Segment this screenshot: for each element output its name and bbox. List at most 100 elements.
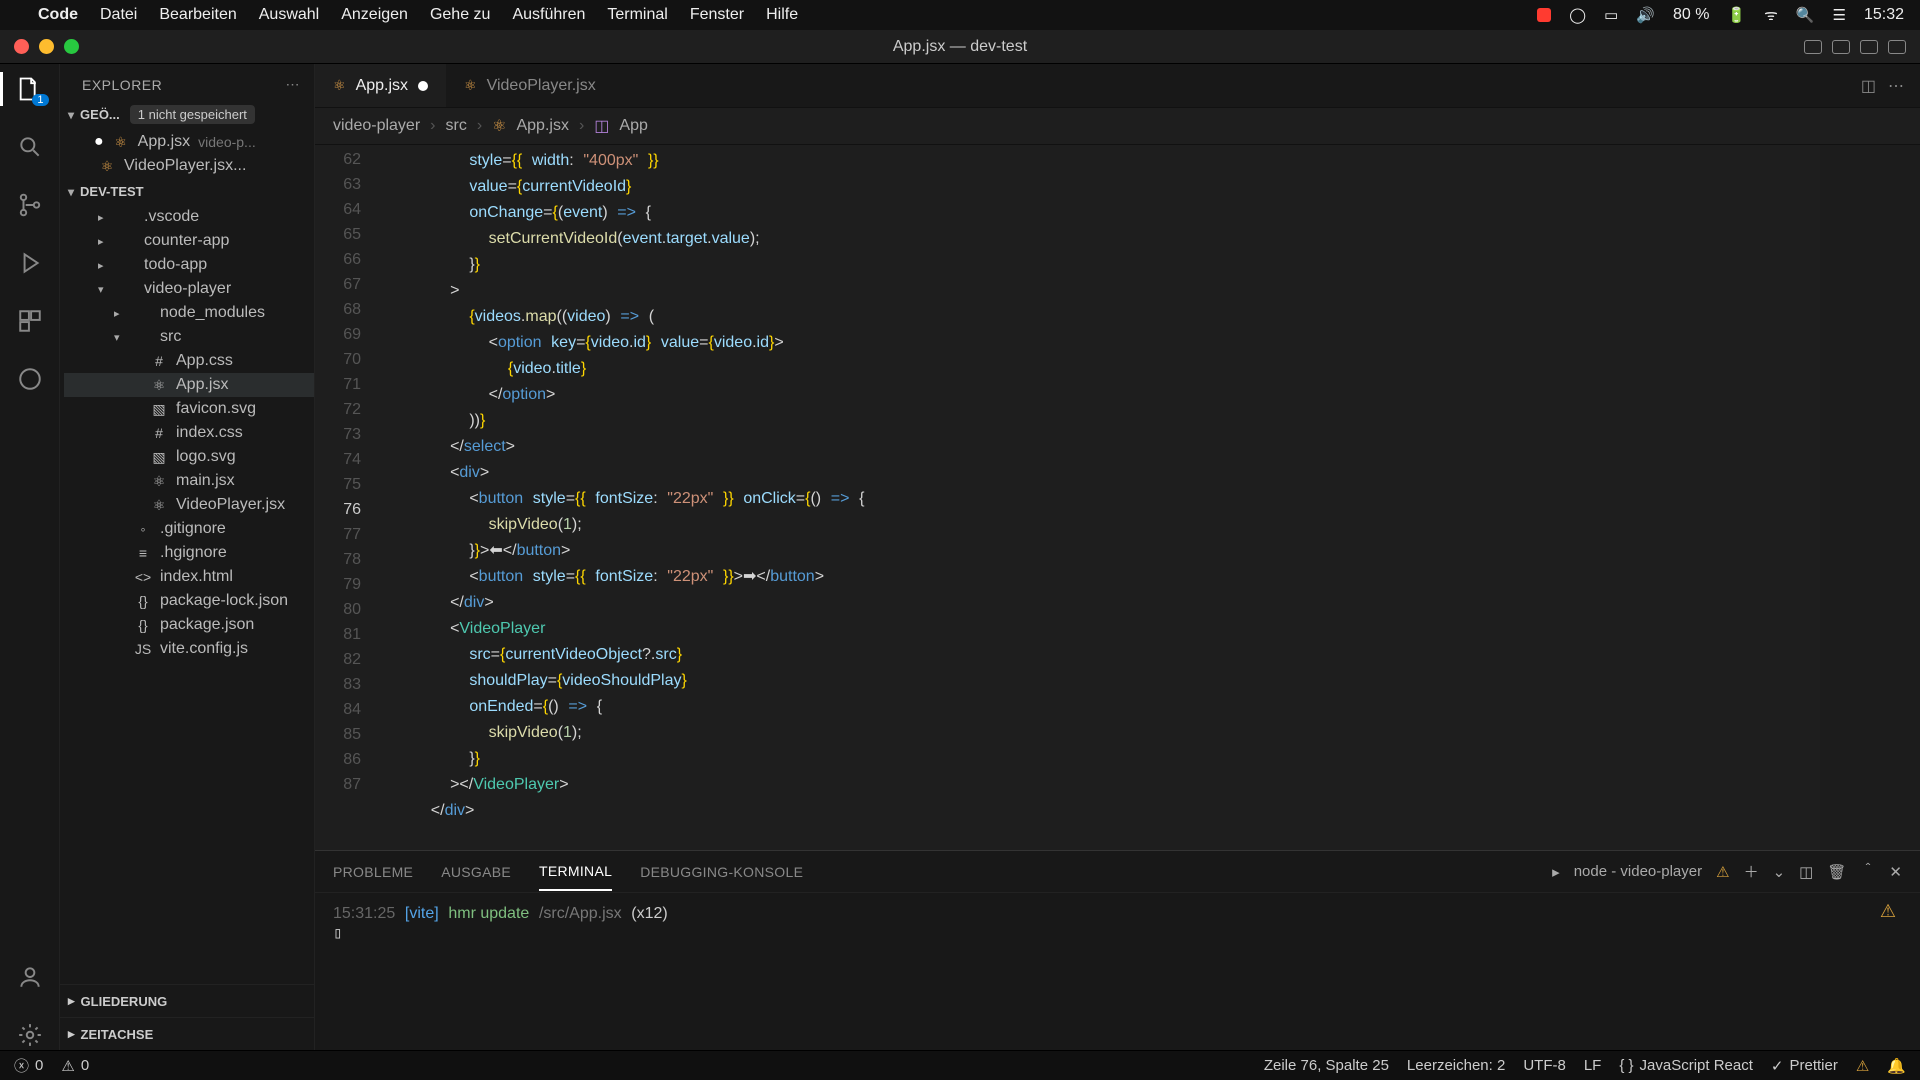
file-item[interactable]: ⚛main.jsx <box>64 469 314 493</box>
layout-customize-icon[interactable] <box>1888 40 1906 54</box>
macos-menubar: Code Datei Bearbeiten Auswahl Anzeigen G… <box>0 0 1920 30</box>
activity-explorer-icon[interactable]: 1 <box>15 74 45 104</box>
menu-go[interactable]: Gehe zu <box>430 6 490 24</box>
split-editor-icon[interactable]: ◫ <box>1861 76 1876 96</box>
open-editors-section[interactable]: ▾ GEÖ... 1 nicht gespeichert <box>60 99 314 130</box>
terminal-split-dropdown-icon[interactable]: ⌄ <box>1773 863 1786 881</box>
file-item[interactable]: <>index.html <box>64 565 314 589</box>
close-window-button[interactable] <box>14 39 29 54</box>
file-item[interactable]: ≡.hgignore <box>64 541 314 565</box>
activity-account-icon[interactable] <box>15 962 45 992</box>
control-center-icon[interactable]: ☰ <box>1833 6 1846 24</box>
status-encoding[interactable]: UTF-8 <box>1523 1057 1566 1074</box>
menu-selection[interactable]: Auswahl <box>259 6 319 24</box>
panel-tab-debug-console[interactable]: DEBUGGING-KONSOLE <box>640 854 803 890</box>
window-titlebar: App.jsx — dev-test <box>0 30 1920 64</box>
file-item[interactable]: {}package-lock.json <box>64 589 314 613</box>
status-warning-icon[interactable]: ⚠ <box>1856 1057 1869 1075</box>
file-item[interactable]: ▧favicon.svg <box>64 397 314 421</box>
explorer-sidebar: EXPLORER ⋯ ▾ GEÖ... 1 nicht gespeichert … <box>60 64 315 1050</box>
menu-file[interactable]: Datei <box>100 6 137 24</box>
tab-app-jsx[interactable]: ⚛ App.jsx <box>315 64 446 107</box>
open-editor-item[interactable]: ⚛ VideoPlayer.jsx... <box>64 154 314 178</box>
activity-settings-icon[interactable] <box>15 1020 45 1050</box>
window-title: App.jsx — dev-test <box>893 38 1027 56</box>
editor-more-icon[interactable]: ⋯ <box>1888 76 1904 96</box>
open-editor-item[interactable]: ● ⚛ App.jsx video-p... <box>64 130 314 154</box>
layout-sidebar-left-icon[interactable] <box>1804 40 1822 54</box>
battery-percent[interactable]: 80 % <box>1673 6 1709 24</box>
spotlight-icon[interactable]: 🔍 <box>1796 6 1815 24</box>
file-item[interactable]: ⚛App.jsx <box>64 373 314 397</box>
activity-extensions-icon[interactable] <box>15 306 45 336</box>
status-warnings[interactable]: ⚠ 0 <box>61 1057 89 1075</box>
timeline-section[interactable]: ▸ZEITACHSE <box>60 1017 314 1050</box>
terminal-body-warning-icon[interactable]: ⚠ <box>1880 901 1896 922</box>
folder-item[interactable]: ▸node_modules <box>64 301 314 325</box>
panel-tab-output[interactable]: AUSGABE <box>441 854 511 890</box>
maximize-panel-icon[interactable]: ＾ <box>1860 861 1875 882</box>
file-item[interactable]: {}package.json <box>64 613 314 637</box>
activity-remote-icon[interactable] <box>15 364 45 394</box>
status-prettier[interactable]: ✓ Prettier <box>1771 1057 1838 1075</box>
panel-tab-problems[interactable]: PROBLEME <box>333 854 413 890</box>
menu-view[interactable]: Anzeigen <box>341 6 408 24</box>
battery-icon: 🔋 <box>1727 6 1746 24</box>
activity-debug-icon[interactable] <box>15 248 45 278</box>
close-panel-icon[interactable]: ✕ <box>1889 863 1902 881</box>
line-number-gutter[interactable]: 6263646566676869707172737475767778798081… <box>315 145 373 850</box>
layout-panel-icon[interactable] <box>1832 40 1850 54</box>
status-indentation[interactable]: Leerzeichen: 2 <box>1407 1057 1505 1074</box>
split-terminal-icon[interactable]: ◫ <box>1799 863 1813 881</box>
outline-section[interactable]: ▸GLIEDERUNG <box>60 984 314 1017</box>
menu-terminal[interactable]: Terminal <box>607 6 667 24</box>
status-notifications-icon[interactable]: 🔔 <box>1887 1057 1906 1075</box>
menubar-clock[interactable]: 15:32 <box>1864 6 1904 24</box>
display-icon[interactable]: ▭ <box>1604 6 1618 24</box>
status-eol[interactable]: LF <box>1584 1057 1602 1074</box>
menu-help[interactable]: Hilfe <box>766 6 798 24</box>
unsaved-count-badge: 1 nicht gespeichert <box>130 105 255 124</box>
tab-videoplayer-jsx[interactable]: ⚛ VideoPlayer.jsx <box>446 64 614 107</box>
folder-item[interactable]: ▸todo-app <box>64 253 314 277</box>
traffic-lights <box>14 39 79 54</box>
folder-item[interactable]: ▾video-player <box>64 277 314 301</box>
status-language-mode[interactable]: { } JavaScript React <box>1619 1057 1753 1074</box>
status-cursor-position[interactable]: Zeile 76, Spalte 25 <box>1264 1057 1389 1074</box>
terminal-process-label[interactable]: node - video-player <box>1574 863 1702 880</box>
editor-tabs: ⚛ App.jsx ⚛ VideoPlayer.jsx ◫ ⋯ <box>315 64 1920 108</box>
explorer-more-icon[interactable]: ⋯ <box>286 76 301 93</box>
code-editor[interactable]: style={{ width: "400px" }} value={curren… <box>373 145 1820 850</box>
file-item[interactable]: #index.css <box>64 421 314 445</box>
maximize-window-button[interactable] <box>64 39 79 54</box>
folder-item[interactable]: ▸.vscode <box>64 205 314 229</box>
activity-search-icon[interactable] <box>15 132 45 162</box>
file-item[interactable]: ◦.gitignore <box>64 517 314 541</box>
terminal-body[interactable]: 15:31:25 [vite] hmr update /src/App.jsx … <box>315 893 1920 1050</box>
menubar-app-name[interactable]: Code <box>38 6 78 24</box>
folder-item[interactable]: ▾src <box>64 325 314 349</box>
wifi-icon[interactable]: ᯤ <box>1764 5 1778 25</box>
project-section[interactable]: ▾ DEV-TEST <box>60 178 314 205</box>
volume-icon[interactable]: 🔊 <box>1636 6 1655 24</box>
menu-edit[interactable]: Bearbeiten <box>159 6 236 24</box>
new-terminal-icon[interactable]: ＋ <box>1744 861 1759 882</box>
layout-sidebar-right-icon[interactable] <box>1860 40 1878 54</box>
file-item[interactable]: ⚛VideoPlayer.jsx <box>64 493 314 517</box>
folder-item[interactable]: ▸counter-app <box>64 229 314 253</box>
minimap[interactable] <box>1820 145 1920 850</box>
activity-source-control-icon[interactable] <box>15 190 45 220</box>
panel-tab-terminal[interactable]: TERMINAL <box>539 853 612 891</box>
loom-icon[interactable]: ◯ <box>1569 6 1586 24</box>
file-item[interactable]: #App.css <box>64 349 314 373</box>
kill-terminal-icon[interactable]: 🗑 <box>1827 863 1846 881</box>
breadcrumb[interactable]: video-player› src› ⚛App.jsx› ◫App <box>315 108 1920 145</box>
menu-run[interactable]: Ausführen <box>512 6 585 24</box>
menu-window[interactable]: Fenster <box>690 6 744 24</box>
file-item[interactable]: JSvite.config.js <box>64 637 314 661</box>
recording-indicator-icon[interactable] <box>1537 8 1551 22</box>
minimize-window-button[interactable] <box>39 39 54 54</box>
status-errors[interactable]: ⓧ 0 <box>14 1055 43 1076</box>
terminal-warning-icon[interactable]: ⚠ <box>1716 863 1729 881</box>
file-item[interactable]: ▧logo.svg <box>64 445 314 469</box>
